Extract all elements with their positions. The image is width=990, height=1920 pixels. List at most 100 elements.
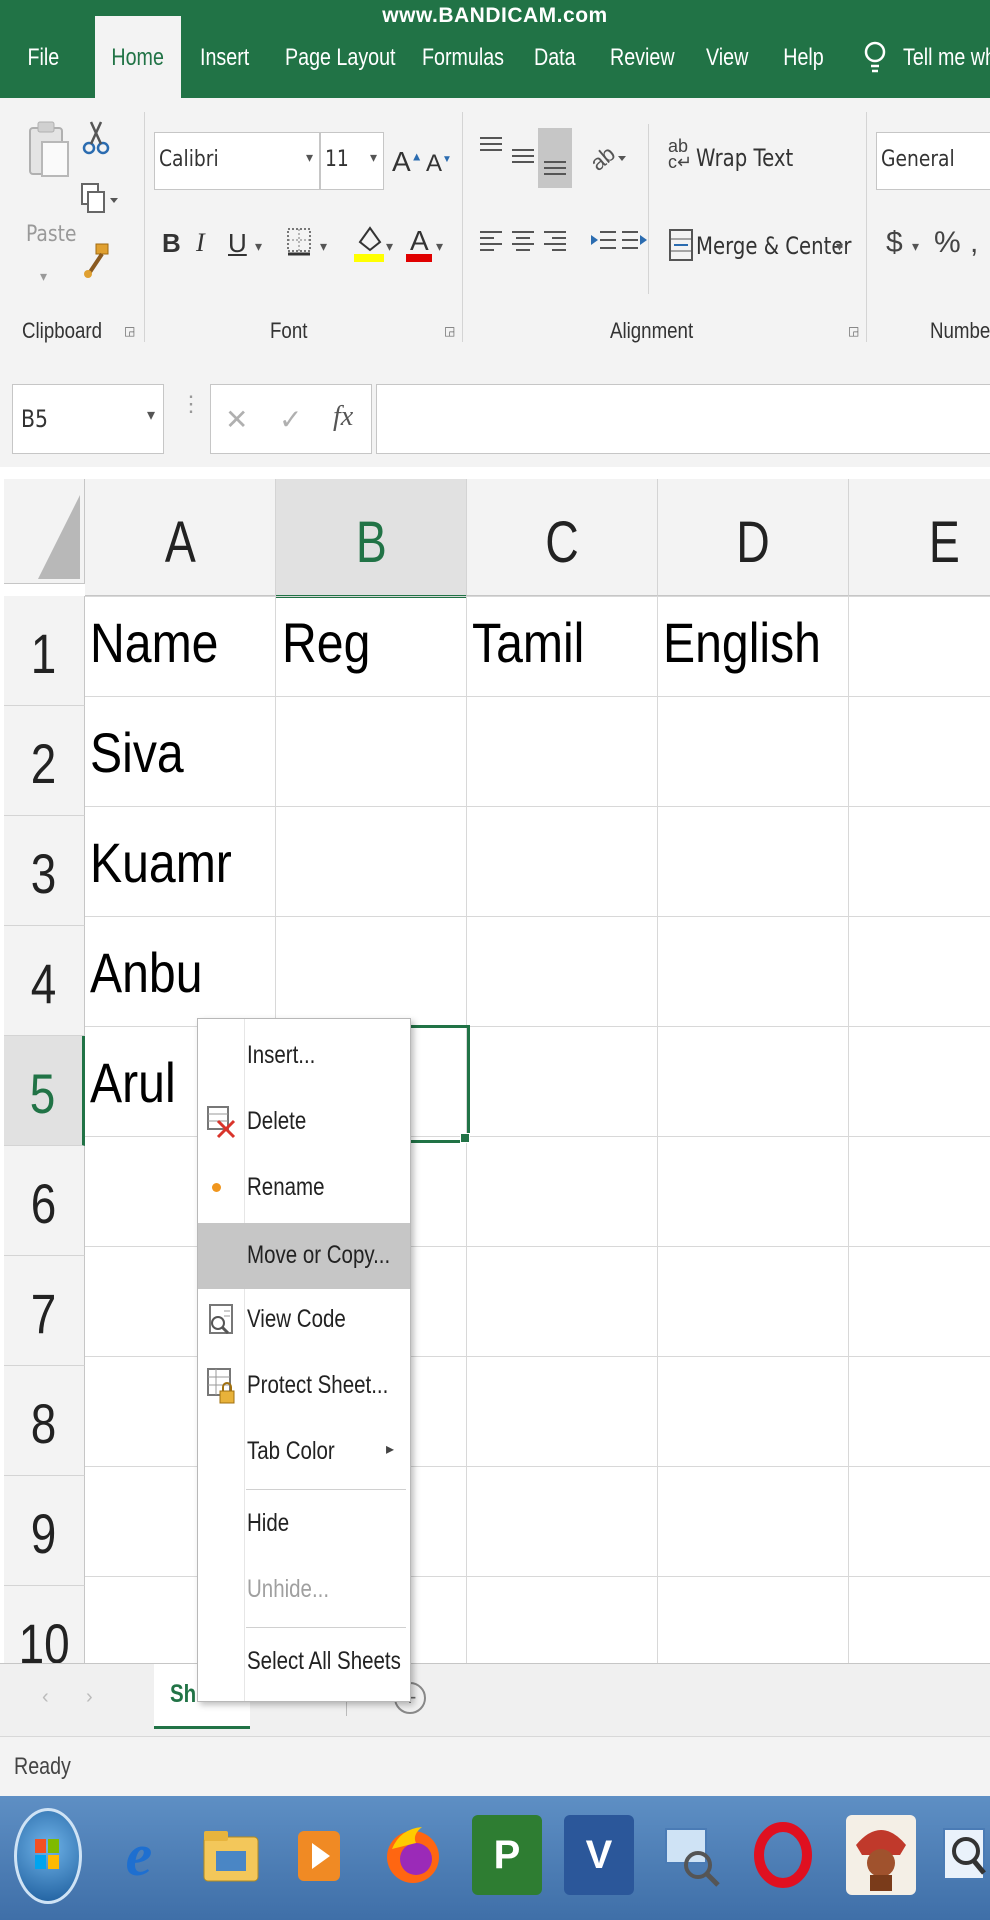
internet-explorer-icon[interactable]: e <box>104 1815 174 1895</box>
row-header-9[interactable]: 9 <box>4 1476 85 1586</box>
menu-item-delete[interactable]: Delete <box>198 1093 410 1153</box>
font-name-box[interactable]: Calibri ▾ <box>154 132 320 190</box>
tab-data[interactable]: Data <box>534 36 576 80</box>
menu-item-view-code[interactable]: View Code <box>198 1291 410 1351</box>
media-player-icon[interactable] <box>284 1815 354 1895</box>
bottom-align-icon[interactable] <box>538 128 572 188</box>
cell-a1[interactable]: Name <box>90 610 218 675</box>
tab-insert[interactable]: Insert <box>200 36 249 80</box>
row-header-8[interactable]: 8 <box>4 1366 85 1476</box>
paste-label[interactable]: Paste <box>26 222 76 247</box>
comma-style-icon[interactable]: , <box>970 226 978 260</box>
chevron-down-icon[interactable]: ▾ <box>436 238 443 255</box>
borders-icon[interactable] <box>285 226 315 260</box>
firefox-icon[interactable] <box>378 1815 448 1895</box>
scroll-left-icon[interactable]: ‹ <box>42 1686 49 1709</box>
row-header-5[interactable]: 5 <box>4 1036 85 1146</box>
italic-button[interactable]: I <box>196 228 205 258</box>
scroll-right-icon[interactable]: › <box>86 1686 93 1709</box>
percent-button[interactable]: % <box>934 226 961 260</box>
decrease-indent-icon[interactable] <box>588 228 618 258</box>
cut-icon[interactable] <box>80 120 112 163</box>
chief-avatar-icon[interactable] <box>846 1815 916 1895</box>
formula-input[interactable] <box>376 384 990 454</box>
tab-review[interactable]: Review <box>610 36 675 80</box>
row-header-10[interactable]: 10 <box>4 1586 85 1663</box>
cell-a2[interactable]: Siva <box>90 720 184 785</box>
menu-item-tab-color[interactable]: Tab Color ▸ <box>198 1423 410 1483</box>
row-header-1[interactable]: 1 <box>4 596 85 706</box>
chevron-down-icon[interactable]: ▾ <box>255 238 262 255</box>
tab-file[interactable]: File <box>22 36 65 80</box>
tab-view[interactable]: View <box>706 36 748 80</box>
tell-me-search[interactable]: Tell me wh <box>903 36 990 80</box>
grow-font-icon[interactable]: A▲ <box>392 146 423 178</box>
name-box[interactable]: B5 ▾ <box>12 384 164 454</box>
number-format-box[interactable]: General <box>876 132 990 190</box>
underline-button[interactable]: U <box>228 228 247 259</box>
chevron-down-icon[interactable]: ▾ <box>836 238 843 255</box>
wrap-text-icon[interactable]: ab c↵ <box>668 137 692 171</box>
align-left-icon[interactable] <box>478 228 504 258</box>
row-header-7[interactable]: 7 <box>4 1256 85 1366</box>
enter-icon[interactable]: ✓ <box>279 403 302 436</box>
orientation-icon[interactable]: ab <box>585 138 630 178</box>
fill-color-icon[interactable] <box>352 222 386 264</box>
cell-a4[interactable]: Anbu <box>90 940 202 1005</box>
chevron-down-icon[interactable]: ▾ <box>912 238 919 255</box>
chevron-down-icon[interactable]: ▾ <box>386 238 393 255</box>
visio-icon[interactable]: V <box>564 1815 634 1895</box>
fill-handle[interactable] <box>460 1133 470 1143</box>
cancel-icon[interactable]: ✕ <box>225 403 248 436</box>
magnifier-icon[interactable] <box>938 1815 990 1895</box>
menu-item-select-all-sheets[interactable]: Select All Sheets <box>198 1633 410 1693</box>
row-header-6[interactable]: 6 <box>4 1146 85 1256</box>
tab-help[interactable]: Help <box>783 36 824 80</box>
menu-item-hide[interactable]: Hide <box>198 1495 410 1555</box>
currency-button[interactable]: $ <box>886 226 903 260</box>
align-center-icon[interactable] <box>510 228 536 258</box>
row-header-2[interactable]: 2 <box>4 706 85 816</box>
row-header-3[interactable]: 3 <box>4 816 85 926</box>
select-all-corner[interactable] <box>4 479 85 584</box>
increase-indent-icon[interactable] <box>620 228 650 258</box>
cell-c1[interactable]: Tamil <box>472 610 584 675</box>
font-launcher-icon[interactable]: ◲ <box>444 324 455 338</box>
search-tool-icon[interactable] <box>656 1815 726 1895</box>
worksheet-grid[interactable]: A B C D E 1 2 3 4 5 6 7 8 9 10 Name Reg … <box>0 467 990 1663</box>
tab-page-layout[interactable]: Page Layout <box>285 36 396 80</box>
tab-home[interactable]: Home <box>95 36 180 80</box>
cell-d1[interactable]: English <box>663 610 821 675</box>
file-explorer-icon[interactable] <box>196 1815 266 1895</box>
wrap-text-button[interactable]: Wrap Text <box>696 144 793 172</box>
column-header-d[interactable]: D <box>658 479 849 596</box>
copy-icon[interactable] <box>80 182 120 218</box>
menu-item-rename[interactable]: Rename <box>198 1159 410 1219</box>
merge-center-button[interactable]: Merge & Center <box>696 232 852 260</box>
cell-b1[interactable]: Reg <box>282 610 370 675</box>
column-header-a[interactable]: A <box>85 479 276 596</box>
cell-a3[interactable]: Kuamr <box>90 830 232 895</box>
opera-icon[interactable] <box>748 1815 818 1895</box>
cell-a5[interactable]: Arul <box>90 1050 176 1115</box>
insert-function-icon[interactable]: fx <box>333 401 353 433</box>
clipboard-launcher-icon[interactable]: ◲ <box>124 324 135 338</box>
row-header-4[interactable]: 4 <box>4 926 85 1036</box>
menu-item-protect-sheet[interactable]: Protect Sheet... <box>198 1357 410 1417</box>
paste-icon[interactable] <box>26 120 72 200</box>
tab-formulas[interactable]: Formulas <box>422 36 504 80</box>
column-header-b[interactable]: B <box>276 479 467 598</box>
top-align-icon[interactable] <box>478 134 504 164</box>
column-header-c[interactable]: C <box>467 479 658 596</box>
align-right-icon[interactable] <box>542 228 568 258</box>
merge-center-icon[interactable] <box>668 228 694 262</box>
menu-item-insert[interactable]: Insert... <box>198 1027 410 1087</box>
font-size-box[interactable]: 11 ▾ <box>320 132 384 190</box>
windows-start-icon[interactable] <box>14 1808 82 1904</box>
shrink-font-icon[interactable]: A▼ <box>426 150 452 178</box>
font-color-icon[interactable]: A <box>404 222 434 264</box>
project-icon[interactable]: P <box>472 1815 542 1895</box>
middle-align-icon[interactable] <box>510 144 536 174</box>
alignment-launcher-icon[interactable]: ◲ <box>848 324 859 338</box>
chevron-down-icon[interactable]: ▾ <box>320 238 327 255</box>
